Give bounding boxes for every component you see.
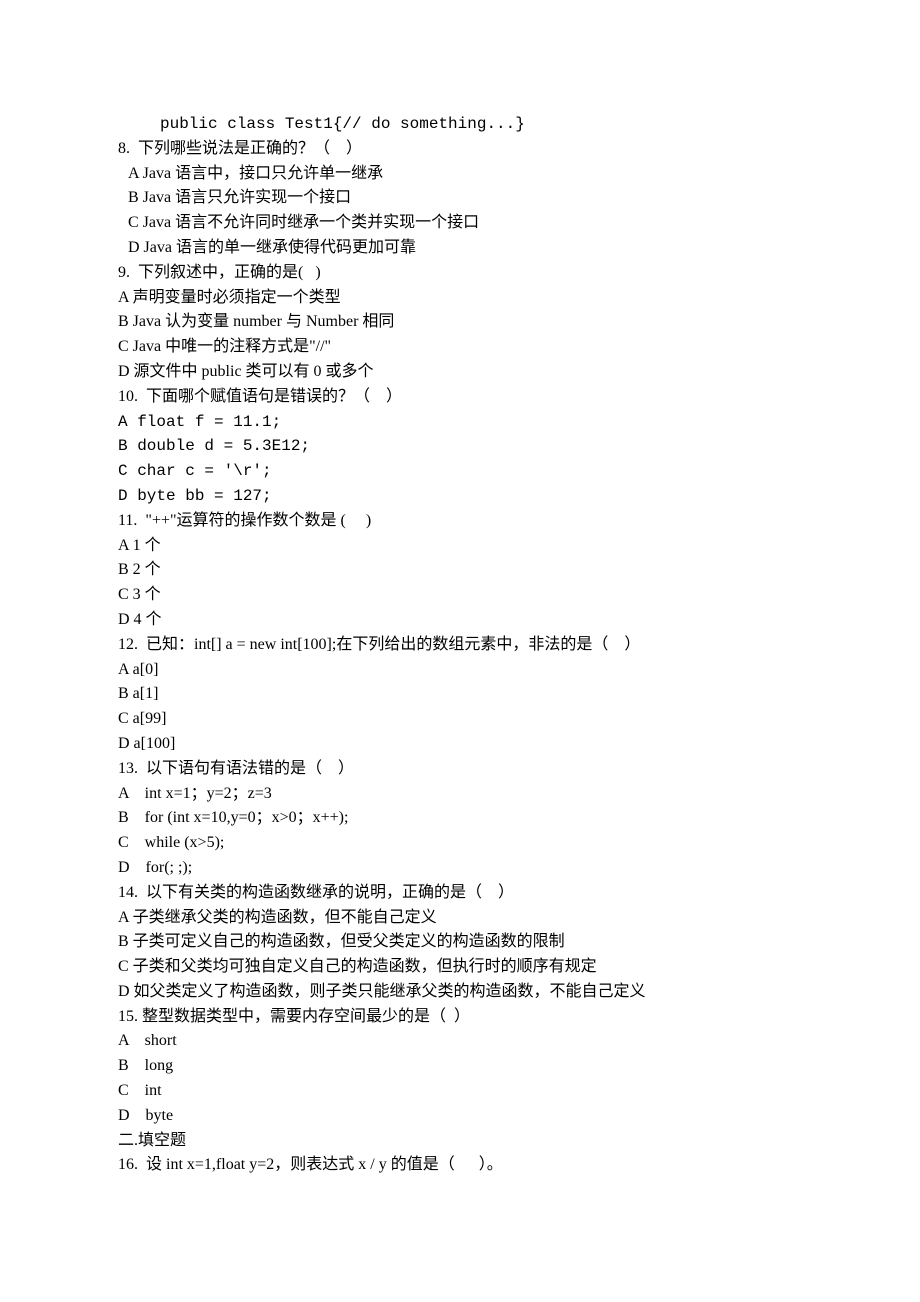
text-line: 16. 设 int x=1,float y=2，则表达式 x / y 的值是（ … xyxy=(118,1153,810,1178)
text-line: C Java 中唯一的注释方式是"//" xyxy=(118,335,810,360)
text-line: A 声明变量时必须指定一个类型 xyxy=(118,286,810,311)
text-line: D byte bb = 127; xyxy=(118,484,810,509)
text-line: 14. 以下有关类的构造函数继承的说明，正确的是（ ） xyxy=(118,881,810,906)
text-line: 二.填空题 xyxy=(118,1129,810,1154)
text-line: C 子类和父类均可独自定义自己的构造函数，但执行时的顺序有规定 xyxy=(118,955,810,980)
text-line: C int xyxy=(118,1079,810,1104)
text-line: A a[0] xyxy=(118,658,810,683)
text-line: B for (int x=10,y=0；x>0；x++); xyxy=(118,806,810,831)
text-line: D for(; ;); xyxy=(118,856,810,881)
text-line: C 3 个 xyxy=(118,583,810,608)
text-line: A 子类继承父类的构造函数，但不能自己定义 xyxy=(118,906,810,931)
text-line: C char c = '\r'; xyxy=(118,459,810,484)
text-line: 8. 下列哪些说法是正确的？（ ） xyxy=(118,137,810,162)
text-line: D 如父类定义了构造函数，则子类只能继承父类的构造函数，不能自己定义 xyxy=(118,980,810,1005)
text-line: B 子类可定义自己的构造函数，但受父类定义的构造函数的限制 xyxy=(118,930,810,955)
text-line: A Java 语言中，接口只允许单一继承 xyxy=(118,162,810,187)
text-line: A short xyxy=(118,1029,810,1054)
text-line: D 4 个 xyxy=(118,608,810,633)
text-line: D 源文件中 public 类可以有 0 或多个 xyxy=(118,360,810,385)
text-line: B long xyxy=(118,1054,810,1079)
text-line: 15. 整型数据类型中，需要内存空间最少的是（ ） xyxy=(118,1005,810,1030)
text-line: B a[1] xyxy=(118,682,810,707)
text-line: C a[99] xyxy=(118,707,810,732)
document-content: public class Test1{// do something...}8.… xyxy=(118,112,810,1178)
text-line: A int x=1；y=2；z=3 xyxy=(118,782,810,807)
text-line: A float f = 11.1; xyxy=(118,410,810,435)
text-line: B double d = 5.3E12; xyxy=(118,434,810,459)
text-line: 12. 已知：int[] a = new int[100];在下列给出的数组元素… xyxy=(118,633,810,658)
text-line: 9. 下列叙述中，正确的是( ) xyxy=(118,261,810,286)
text-line: public class Test1{// do something...} xyxy=(118,112,810,137)
text-line: 13. 以下语句有语法错的是（ ） xyxy=(118,757,810,782)
text-line: C Java 语言不允许同时继承一个类并实现一个接口 xyxy=(118,211,810,236)
text-line: B Java 语言只允许实现一个接口 xyxy=(118,186,810,211)
text-line: 10. 下面哪个赋值语句是错误的？（ ） xyxy=(118,385,810,410)
text-line: D a[100] xyxy=(118,732,810,757)
text-line: D Java 语言的单一继承使得代码更加可靠 xyxy=(118,236,810,261)
text-line: B 2 个 xyxy=(118,558,810,583)
text-line: 11. "++"运算符的操作数个数是 ( ) xyxy=(118,509,810,534)
text-line: D byte xyxy=(118,1104,810,1129)
text-line: C while (x>5); xyxy=(118,831,810,856)
text-line: B Java 认为变量 number 与 Number 相同 xyxy=(118,310,810,335)
text-line: A 1 个 xyxy=(118,534,810,559)
document-page: public class Test1{// do something...}8.… xyxy=(0,0,920,1278)
